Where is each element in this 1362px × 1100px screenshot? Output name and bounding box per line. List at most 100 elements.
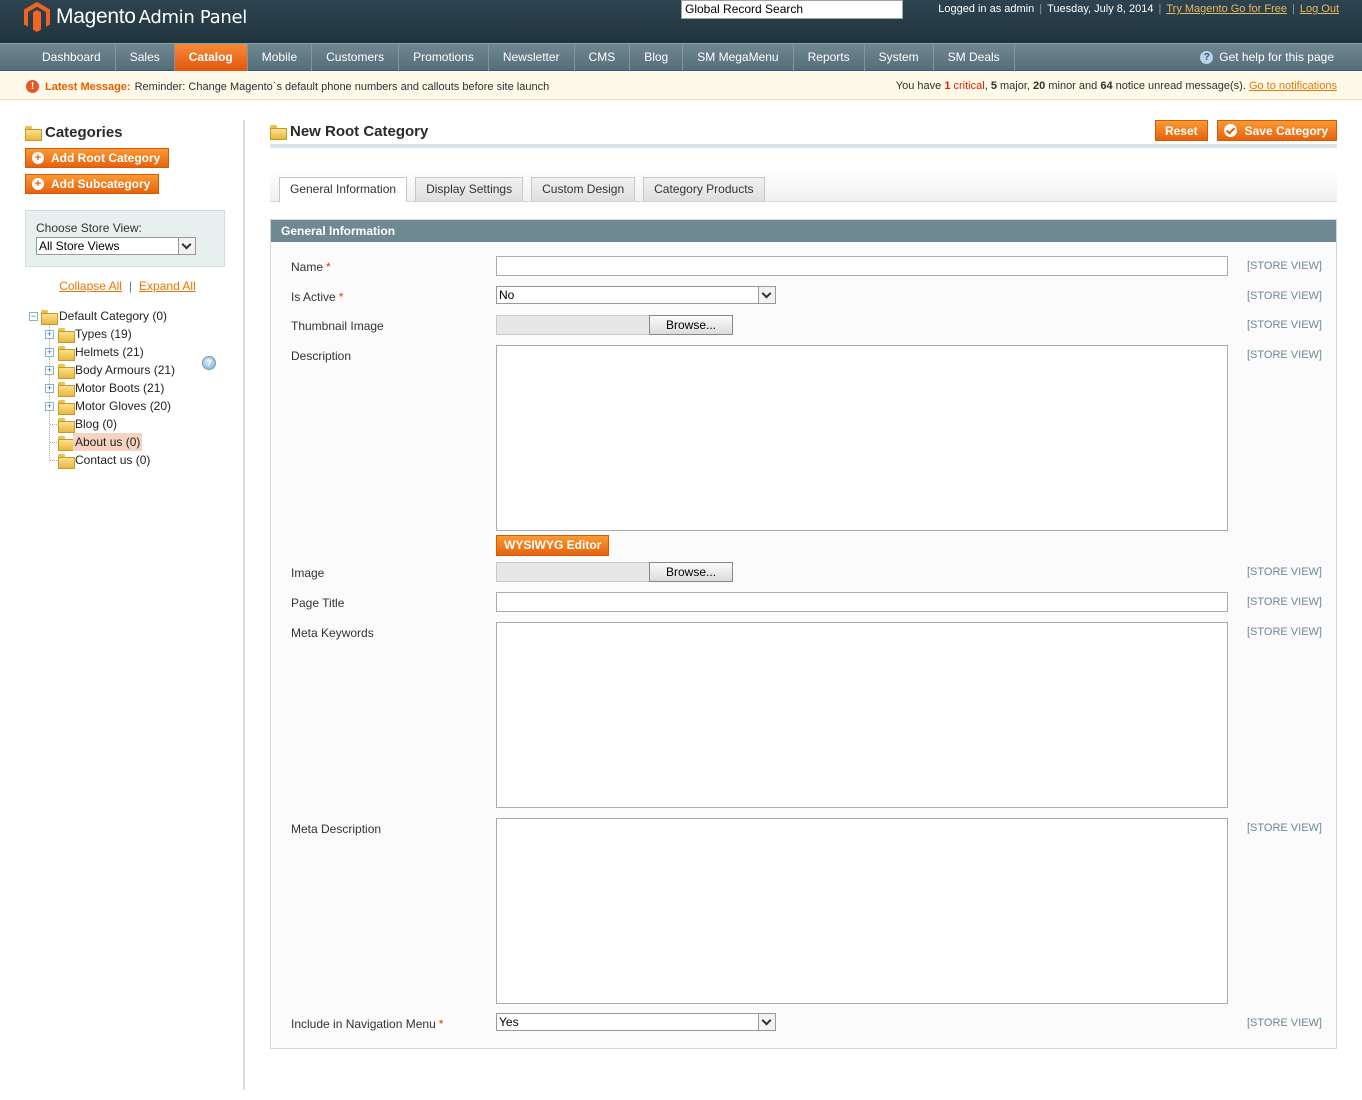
expand-all-link[interactable]: Expand All: [139, 279, 196, 293]
tree-guide-line: [50, 460, 57, 461]
is-active-select[interactable]: No: [496, 286, 776, 304]
nav-item-blog[interactable]: Blog: [630, 44, 684, 71]
name-label: Name *: [291, 260, 331, 274]
tree-node[interactable]: About us (0): [25, 433, 230, 451]
meta-description-textarea[interactable]: [496, 818, 1228, 1004]
row-meta-keywords: Meta Keywords [STORE VIEW]: [271, 622, 1336, 810]
nav-item-sm-deals[interactable]: SM Deals: [934, 44, 1015, 71]
add-root-category-button[interactable]: + Add Root Category: [25, 148, 170, 168]
wysiwyg-editor-button[interactable]: WYSIWYG Editor: [496, 535, 610, 556]
tree-node[interactable]: + Motor Gloves (20): [25, 397, 230, 415]
sidebar: Categories + Add Root Category + Add Sub…: [25, 120, 230, 477]
tree-node-root[interactable]: − Default Category (0): [25, 307, 230, 325]
expand-icon[interactable]: +: [45, 402, 54, 411]
logo[interactable]: Magento Admin Panel: [24, 2, 247, 32]
tab-general-information[interactable]: General Information: [279, 177, 408, 202]
nav-item-newsletter[interactable]: Newsletter: [489, 44, 575, 71]
thumbnail-browse-button[interactable]: Browse...: [649, 315, 733, 335]
nav-item-sales[interactable]: Sales: [116, 44, 175, 71]
check-icon: [1223, 124, 1237, 137]
scope-label: [STORE VIEW]: [1247, 319, 1322, 331]
tab-display-settings[interactable]: Display Settings: [415, 177, 524, 201]
help-link[interactable]: ? Get help for this page: [1200, 50, 1334, 64]
tree-node[interactable]: + Body Armours (21): [25, 361, 230, 379]
magento-logo-icon: [24, 2, 50, 32]
tree-node-label: Body Armours (21): [75, 363, 176, 377]
row-include-nav: Include in Navigation Menu * Yes [STORE V…: [271, 1013, 1336, 1035]
notice-bar: ! Latest Message: Reminder: Change Magen…: [0, 72, 1362, 100]
header-date: Tuesday, July 8, 2014: [1047, 3, 1154, 15]
save-category-button[interactable]: Save Category: [1216, 120, 1337, 141]
tree-node-label: About us (0): [73, 433, 143, 451]
header-links: Logged in as admin | Tuesday, July 8, 2014…: [938, 3, 1339, 15]
nav-item-dashboard[interactable]: Dashboard: [28, 44, 116, 71]
is-active-label: Is Active *: [291, 290, 344, 304]
collapse-all-link[interactable]: Collapse All: [59, 279, 122, 293]
categories-title: Categories: [25, 120, 230, 144]
tree-node-label: Motor Gloves (20): [75, 399, 172, 413]
logo-text: Magento Admin Panel: [56, 5, 247, 28]
add-subcategory-button[interactable]: + Add Subcategory: [25, 174, 160, 194]
row-page-title: Page Title [STORE VIEW]: [271, 592, 1336, 614]
nav-item-mobile[interactable]: Mobile: [248, 44, 313, 71]
notification-summary: You have 1 critical, 5 major, 20 minor a…: [895, 80, 1337, 92]
nav-item-cms[interactable]: CMS: [575, 44, 631, 71]
folder-icon: [58, 436, 75, 451]
tree-controls: Collapse All | Expand All: [59, 279, 196, 293]
folder-icon: [58, 364, 75, 379]
help-label: Get help for this page: [1219, 50, 1334, 64]
description-textarea[interactable]: [496, 345, 1228, 531]
tree-node[interactable]: + Helmets (21): [25, 343, 230, 361]
expand-icon[interactable]: +: [45, 366, 54, 375]
nav-item-sm-megamenu[interactable]: SM MegaMenu: [683, 44, 794, 71]
reset-button[interactable]: Reset: [1154, 120, 1208, 141]
name-input[interactable]: [496, 256, 1228, 276]
global-search-input[interactable]: Global Record Search: [681, 0, 903, 19]
nav-item-catalog[interactable]: Catalog: [174, 44, 248, 71]
nav-item-promotions[interactable]: Promotions: [399, 44, 489, 71]
chevron-down-icon: [178, 238, 195, 254]
main-content: New Root Category Reset Save Category Ge…: [270, 120, 1337, 1049]
sidebar-divider: [243, 120, 245, 1090]
scope-label: [STORE VIEW]: [1247, 290, 1322, 302]
nav-item-reports[interactable]: Reports: [794, 44, 865, 71]
thumbnail-file-input[interactable]: Browse...: [496, 315, 733, 335]
meta-keywords-textarea[interactable]: [496, 622, 1228, 808]
include-nav-select[interactable]: Yes: [496, 1013, 776, 1031]
latest-message: ! Latest Message: Reminder: Change Magen…: [26, 80, 549, 93]
tree-node[interactable]: + Types (19): [25, 325, 230, 343]
header: Magento Admin Panel Global Record Search …: [0, 0, 1362, 43]
try-magento-link[interactable]: Try Magento Go for Free: [1166, 3, 1287, 15]
go-to-notifications-link[interactable]: Go to notifications: [1249, 80, 1337, 92]
scope-label: [STORE VIEW]: [1247, 349, 1322, 361]
nav-item-customers[interactable]: Customers: [312, 44, 400, 71]
tab-category-products[interactable]: Category Products: [643, 177, 765, 201]
tree-guide-line: [50, 424, 57, 425]
tree-node[interactable]: Blog (0): [25, 415, 230, 433]
collapse-icon[interactable]: −: [29, 312, 38, 321]
latest-message-text: Reminder: Change Magento`s default phone…: [134, 80, 550, 93]
thumbnail-label: Thumbnail Image: [291, 319, 384, 333]
general-information-fieldset: General Information Name * [STORE VIEW] I…: [270, 219, 1337, 1049]
major-count: 5: [990, 80, 997, 92]
image-browse-button[interactable]: Browse...: [649, 562, 733, 582]
tree-node[interactable]: + Motor Boots (21): [25, 379, 230, 397]
logout-link[interactable]: Log Out: [1300, 3, 1339, 15]
section-title: General Information: [271, 220, 1336, 242]
help-icon: ?: [1200, 50, 1214, 64]
image-file-path: [496, 562, 649, 582]
row-is-active: Is Active * No [STORE VIEW]: [271, 286, 1336, 308]
row-thumbnail: Thumbnail Image Browse... [STORE VIEW]: [271, 315, 1336, 337]
tab-custom-design[interactable]: Custom Design: [531, 177, 636, 201]
scope-label: [STORE VIEW]: [1247, 566, 1322, 578]
expand-icon[interactable]: +: [45, 384, 54, 393]
image-file-input[interactable]: Browse...: [496, 562, 733, 582]
tree-node[interactable]: Contact us (0): [25, 451, 230, 469]
chevron-down-icon: [758, 287, 775, 303]
store-view-select[interactable]: All Store Views: [36, 237, 196, 255]
page-title-input[interactable]: [496, 592, 1228, 612]
nav-item-system[interactable]: System: [865, 44, 934, 71]
expand-icon[interactable]: +: [45, 330, 54, 339]
expand-icon[interactable]: +: [45, 348, 54, 357]
folder-icon: [58, 418, 75, 433]
